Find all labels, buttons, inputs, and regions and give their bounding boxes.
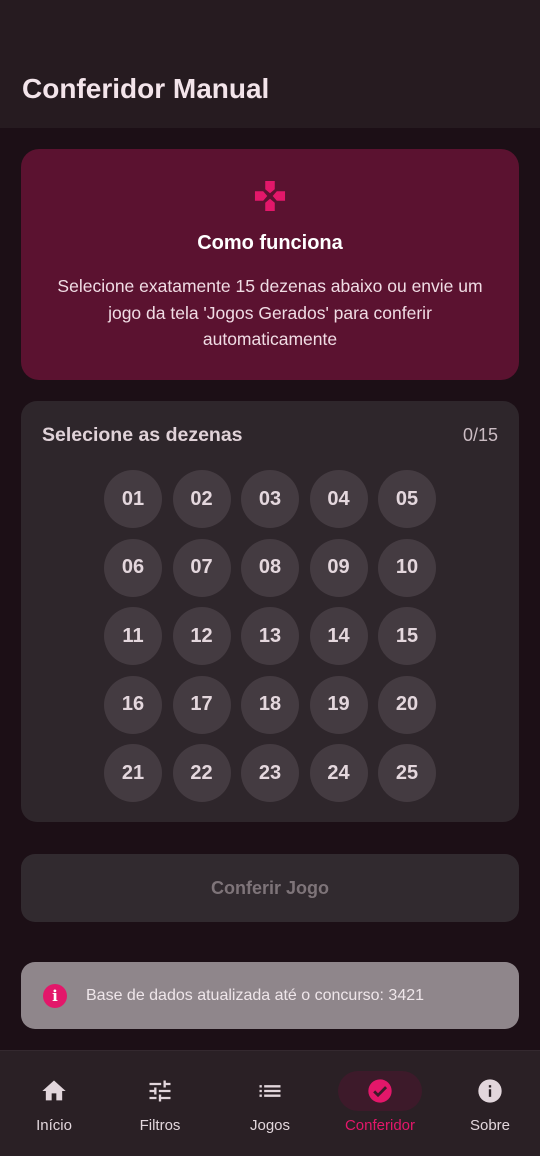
number-ball[interactable]: 08	[241, 538, 299, 597]
number-ball[interactable]: 19	[309, 675, 368, 734]
number-ball[interactable]: 25	[378, 744, 436, 802]
number-ball[interactable]: 02	[172, 470, 231, 528]
number-ball[interactable]: 03	[241, 470, 299, 528]
nav-item-inicio[interactable]: Início	[0, 1051, 108, 1156]
number-ball[interactable]: 13	[241, 607, 299, 665]
number-ball[interactable]: 18	[241, 675, 299, 734]
page-title: Conferidor Manual	[22, 73, 270, 104]
number-ball[interactable]: 05	[378, 470, 436, 528]
info-title: Como funciona	[197, 232, 343, 254]
info-card: Como funciona Selecione exatamente 15 de…	[21, 149, 519, 380]
number-ball[interactable]: 22	[172, 744, 231, 802]
info-description: Selecione exatamente 15 dezenas abaixo o…	[57, 276, 483, 349]
nav-item-jogos[interactable]: Jogos	[216, 1051, 324, 1156]
nav-label: Jogos	[249, 1117, 291, 1134]
nav-label: Sobre	[469, 1117, 511, 1134]
nav-icon-wrapper	[118, 1071, 202, 1111]
nav-icon-wrapper	[228, 1071, 312, 1111]
number-ball[interactable]: 20	[378, 675, 436, 734]
list-icon	[259, 1085, 281, 1097]
nav-item-filtros[interactable]: Filtros	[106, 1051, 214, 1156]
diamond-cross-icon	[254, 180, 286, 212]
nav-item-sobre[interactable]: Sobre	[436, 1051, 540, 1156]
tune-icon	[149, 1080, 171, 1102]
status-bar	[0, 0, 540, 50]
info-icon: i	[43, 983, 67, 1008]
number-ball[interactable]: 07	[172, 538, 231, 597]
number-selector-card: Selecione as dezenas 0/15 01 02 03 04 05 06 07…	[21, 401, 519, 822]
number-ball[interactable]: 16	[104, 675, 162, 734]
nav-item-conferidor[interactable]: Conferidor	[326, 1051, 434, 1156]
nav-icon-wrapper	[338, 1071, 422, 1111]
number-ball[interactable]: 21	[104, 744, 162, 802]
nav-label: Início	[36, 1117, 72, 1134]
database-snackbar: i Base de dados atualizada até o concurs…	[21, 962, 519, 1029]
nav-icon-wrapper	[12, 1071, 96, 1111]
selection-counter: 0/15	[462, 425, 498, 445]
nav-icon-wrapper	[448, 1071, 532, 1111]
number-ball[interactable]: 04	[309, 470, 368, 528]
snackbar-text: Base de dados atualizada até o concurso:…	[86, 986, 425, 1004]
check-circle-icon	[368, 1079, 392, 1103]
bottom-navigation: Início Filtros Jogos Conferidor Sobre	[0, 1050, 540, 1156]
number-ball[interactable]: 01	[104, 470, 162, 528]
number-ball[interactable]: 14	[309, 607, 368, 665]
selector-title: Selecione as dezenas	[42, 424, 243, 446]
number-ball[interactable]: 24	[309, 744, 368, 802]
number-ball[interactable]: 23	[241, 744, 299, 802]
number-ball[interactable]: 17	[172, 675, 231, 734]
conferir-button[interactable]: Conferir Jogo	[21, 854, 519, 922]
number-ball[interactable]: 06	[104, 538, 162, 597]
number-ball[interactable]: 10	[378, 538, 436, 597]
nav-label: Conferidor	[344, 1117, 416, 1134]
number-ball[interactable]: 15	[378, 607, 436, 665]
home-icon	[42, 1080, 66, 1101]
number-ball[interactable]: 12	[172, 607, 231, 665]
nav-label: Filtros	[139, 1117, 181, 1134]
info-icon	[478, 1079, 502, 1103]
number-ball[interactable]: 11	[104, 607, 162, 665]
app-bar: Conferidor Manual	[0, 50, 540, 128]
number-ball[interactable]: 09	[309, 538, 368, 597]
